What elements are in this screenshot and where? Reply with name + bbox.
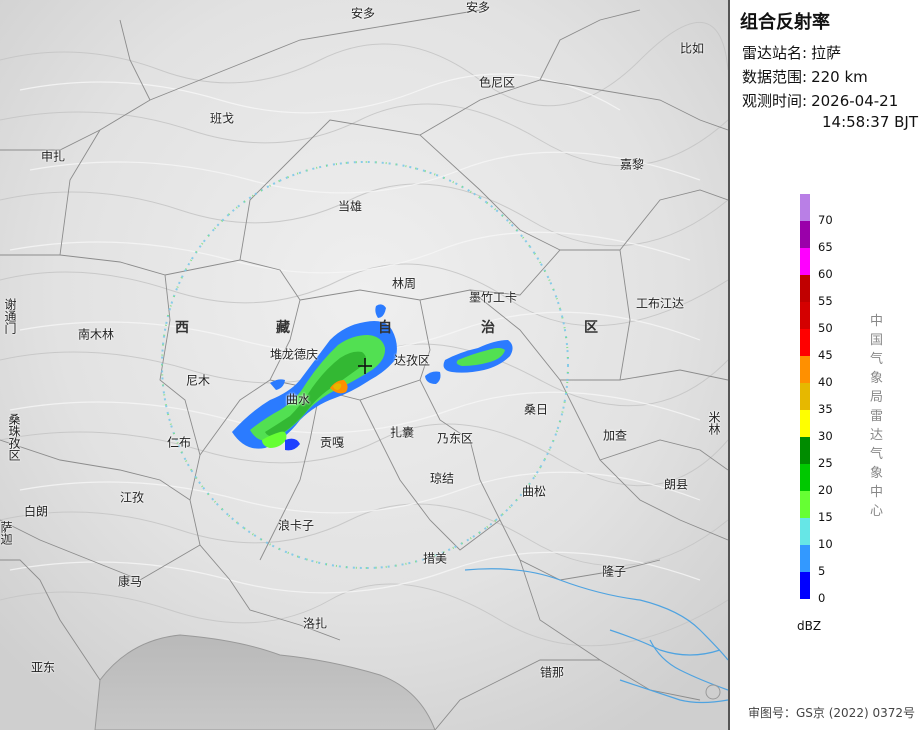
place-label: 乃东区 xyxy=(436,431,474,446)
place-label: 班戈 xyxy=(209,111,235,126)
credit-text: 中国气象局雷达气象中心 xyxy=(870,314,884,519)
station-value: 拉萨 xyxy=(811,44,842,62)
region-label: 藏 xyxy=(276,320,290,336)
region-label: 区 xyxy=(584,320,598,336)
place-label: 江孜 xyxy=(119,490,145,505)
range-value: 220 km xyxy=(811,68,868,86)
place-label: 加查 xyxy=(602,428,628,443)
scale-swatch xyxy=(800,437,810,464)
scale-tick-label: 25 xyxy=(818,456,833,470)
time-clock: 14:58:37 BJT xyxy=(822,113,919,131)
scale-swatch xyxy=(800,518,810,545)
scale-tick-label: 55 xyxy=(818,294,833,308)
place-label: 嘉黎 xyxy=(619,157,645,172)
product-title: 组合反射率 xyxy=(740,12,830,33)
scale-swatch xyxy=(800,329,810,356)
scale-tick-label: 10 xyxy=(818,537,833,551)
place-label: 浪卡子 xyxy=(277,518,315,533)
scale-swatch xyxy=(800,302,810,329)
approval-number: 审图号：GS京 (2022) 0372号 xyxy=(748,706,915,720)
place-label: 色尼区 xyxy=(478,75,516,90)
scale-tick-label: 15 xyxy=(818,510,833,524)
scale-swatch xyxy=(800,275,810,302)
place-label: 桑珠孜区 xyxy=(7,413,21,461)
station-label: 雷达站名: xyxy=(742,44,808,62)
info-panel: 组合反射率 雷达站名: 拉萨 数据范围: 220 km 观测时间: 2026-04-2… xyxy=(728,0,920,730)
place-label: 谢通门 xyxy=(3,298,17,334)
region-label: 自 xyxy=(378,320,392,336)
scale-tick-label: 60 xyxy=(818,267,833,281)
place-label: 米林 xyxy=(707,411,721,435)
scale-tick-label: 70 xyxy=(818,213,833,227)
range-row: 数据范围: 220 km xyxy=(742,66,868,87)
scale-swatch xyxy=(800,491,810,518)
place-label: 尼木 xyxy=(185,373,211,388)
terrain-layer xyxy=(0,0,728,730)
scale-tick-label: 65 xyxy=(818,240,833,254)
place-label: 朗县 xyxy=(663,477,689,492)
place-label: 比如 xyxy=(679,41,705,56)
place-label: 桑日 xyxy=(523,402,549,417)
station-row: 雷达站名: 拉萨 xyxy=(742,42,841,63)
scale-swatch xyxy=(800,410,810,437)
place-label: 安多 xyxy=(350,6,376,21)
time-date: 2026-04-21 xyxy=(811,92,899,110)
place-label: 堆龙德庆 xyxy=(269,347,319,362)
time-row: 观测时间: 2026-04-21 xyxy=(742,90,898,111)
scale-tick-label: 0 xyxy=(818,591,826,605)
place-label: 申扎 xyxy=(40,149,66,164)
scale-tick-label: 45 xyxy=(818,348,833,362)
scale-swatch xyxy=(800,356,810,383)
place-label: 康马 xyxy=(117,574,143,589)
region-label: 治 xyxy=(481,320,495,336)
scale-swatch xyxy=(800,248,810,275)
scale-tick-label: 20 xyxy=(818,483,833,497)
place-label: 措美 xyxy=(422,551,448,566)
place-label: 曲水 xyxy=(285,392,311,407)
place-label: 隆子 xyxy=(601,564,627,579)
time-label: 观测时间: xyxy=(742,92,808,110)
place-label: 工布江达 xyxy=(635,296,685,311)
place-label: 当雄 xyxy=(337,199,363,214)
place-label: 洛扎 xyxy=(302,616,328,631)
place-label: 南木林 xyxy=(77,327,115,342)
scale-swatch xyxy=(800,383,810,410)
scale-swatch xyxy=(800,194,810,221)
scale-swatch xyxy=(800,464,810,491)
place-label: 萨迦 xyxy=(0,521,13,545)
unit-label: dBZ xyxy=(797,619,822,633)
range-label: 数据范围: xyxy=(742,68,808,86)
place-label: 白朗 xyxy=(23,504,49,519)
place-label: 错那 xyxy=(539,665,565,680)
place-label: 墨竹工卡 xyxy=(468,290,518,305)
region-label: 西 xyxy=(175,320,189,336)
scale-swatch xyxy=(800,545,810,572)
scale-tick-label: 35 xyxy=(818,402,833,416)
place-label: 琼结 xyxy=(429,471,455,486)
scale-tick-label: 30 xyxy=(818,429,833,443)
place-label: 安多 xyxy=(465,0,491,15)
place-label: 达孜区 xyxy=(393,353,431,368)
place-label: 贡嘎 xyxy=(319,435,345,450)
scale-tick-label: 40 xyxy=(818,375,833,389)
place-label: 仁布 xyxy=(166,435,192,450)
scale-swatch xyxy=(800,572,810,599)
place-label: 林周 xyxy=(391,276,417,291)
scale-tick-label: 50 xyxy=(818,321,833,335)
place-label: 亚东 xyxy=(30,660,56,675)
place-label: 曲松 xyxy=(521,484,547,499)
radar-map[interactable]: 西 藏 自 治 区 安多 安多 比如 色尼区 班戈 申扎 嘉黎 当雄 林周 墨竹… xyxy=(0,0,728,730)
scale-tick-label: 5 xyxy=(818,564,826,578)
scale-swatch xyxy=(800,221,810,248)
place-label: 扎囊 xyxy=(389,425,415,440)
